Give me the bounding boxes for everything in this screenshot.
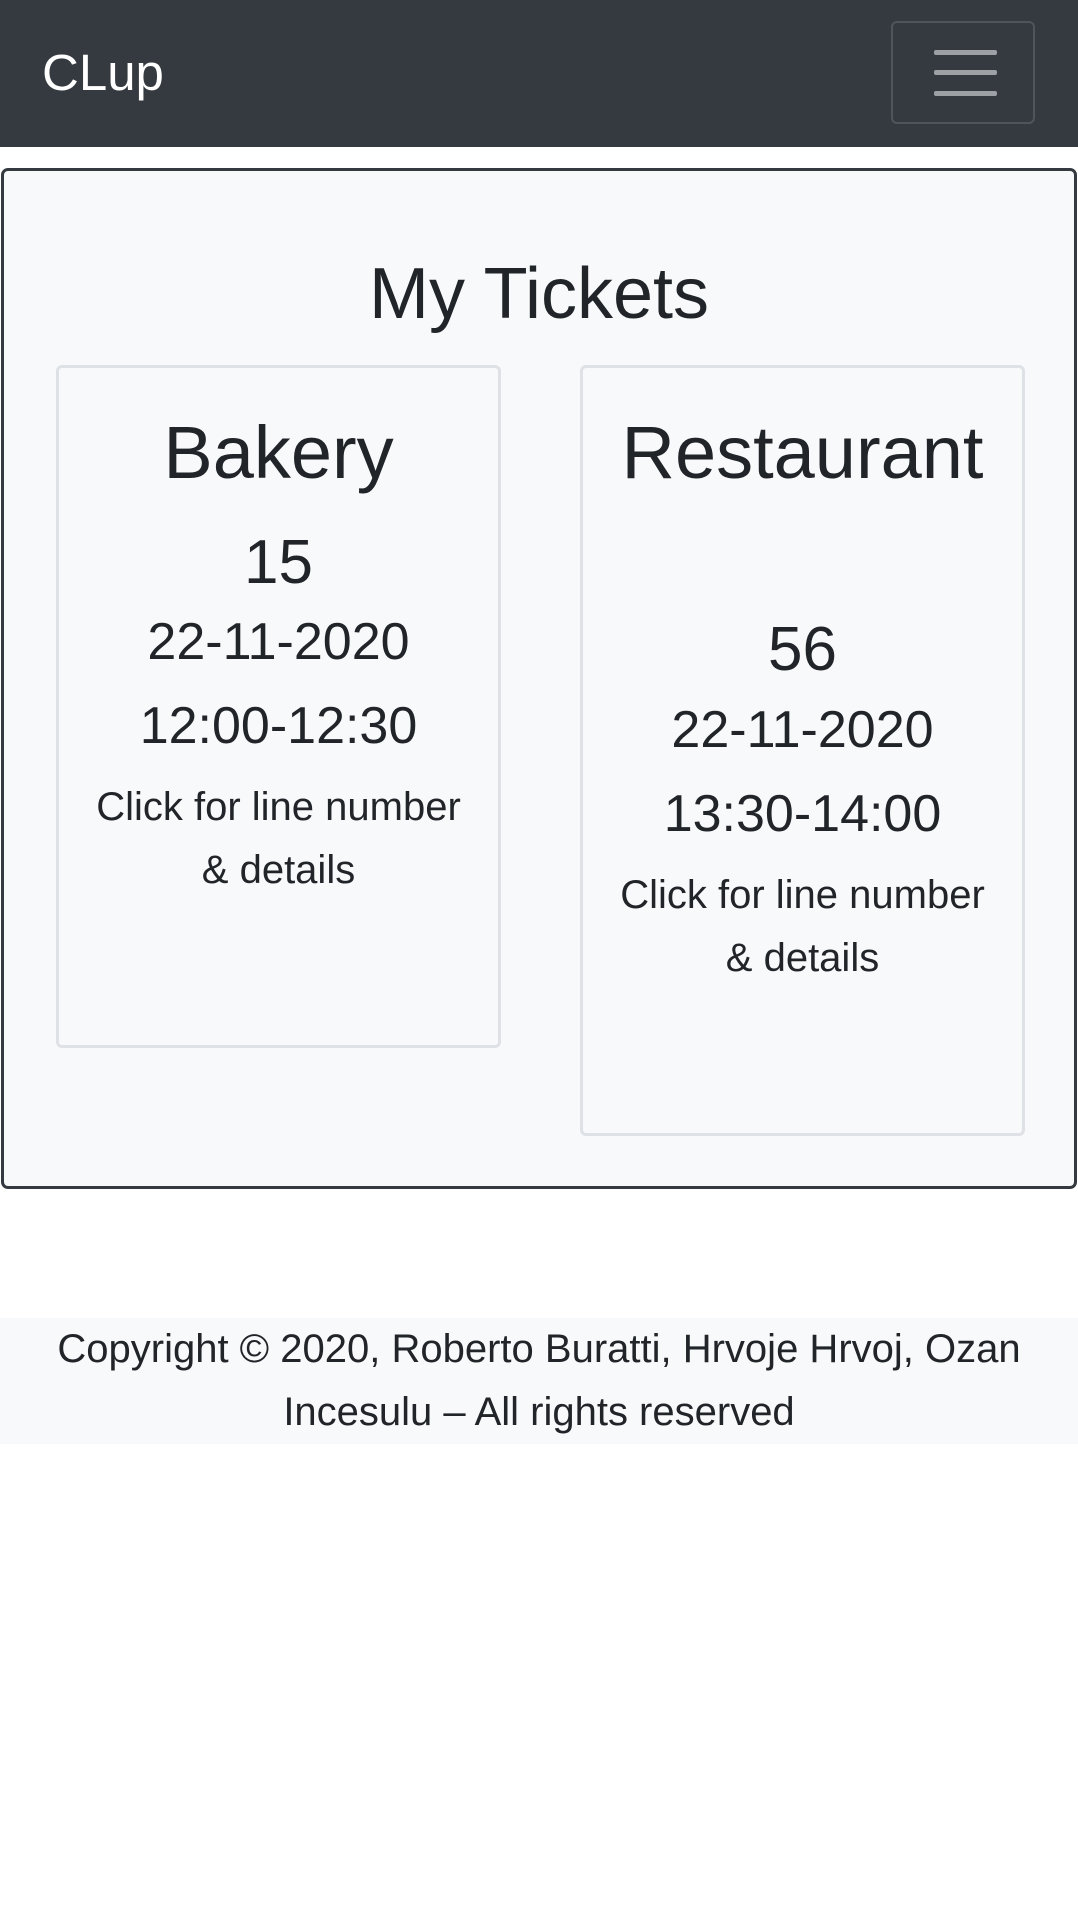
brand-link[interactable]: CLup [42,40,164,106]
page-title: My Tickets [368,254,710,334]
ticket-time-slot: 13:30-14:00 [663,785,942,843]
footer: Copyright © 2020, Roberto Buratti, Hrvoj… [0,1318,1078,1444]
ticket-details-hint: Click for line number & details [620,873,985,980]
ticket-date: 22-11-2020 [671,701,934,759]
copyright-text: Copyright © 2020, Roberto Buratti, Hrvoj… [57,1327,1021,1434]
ticket-details-hint: Click for line number & details [96,785,461,892]
ticket-card-restaurant[interactable]: Restaurant 56 22-11-2020 13:30-14:00 Cli… [580,365,1025,1136]
ticket-store-name: Restaurant [621,411,984,494]
ticket-store-name: Bakery [163,411,394,494]
ticket-number: 56 [768,615,837,684]
ticket-number: 15 [244,528,313,597]
ticket-card-bakery[interactable]: Bakery 15 22-11-2020 12:00-12:30 Click f… [56,365,501,1048]
navbar: CLup [0,0,1078,147]
menu-toggle-button[interactable] [891,21,1035,124]
ticket-date: 22-11-2020 [147,613,410,671]
tickets-container: My Tickets Bakery 15 22-11-2020 12:00-12… [1,168,1077,1189]
ticket-time-slot: 12:00-12:30 [139,697,418,755]
